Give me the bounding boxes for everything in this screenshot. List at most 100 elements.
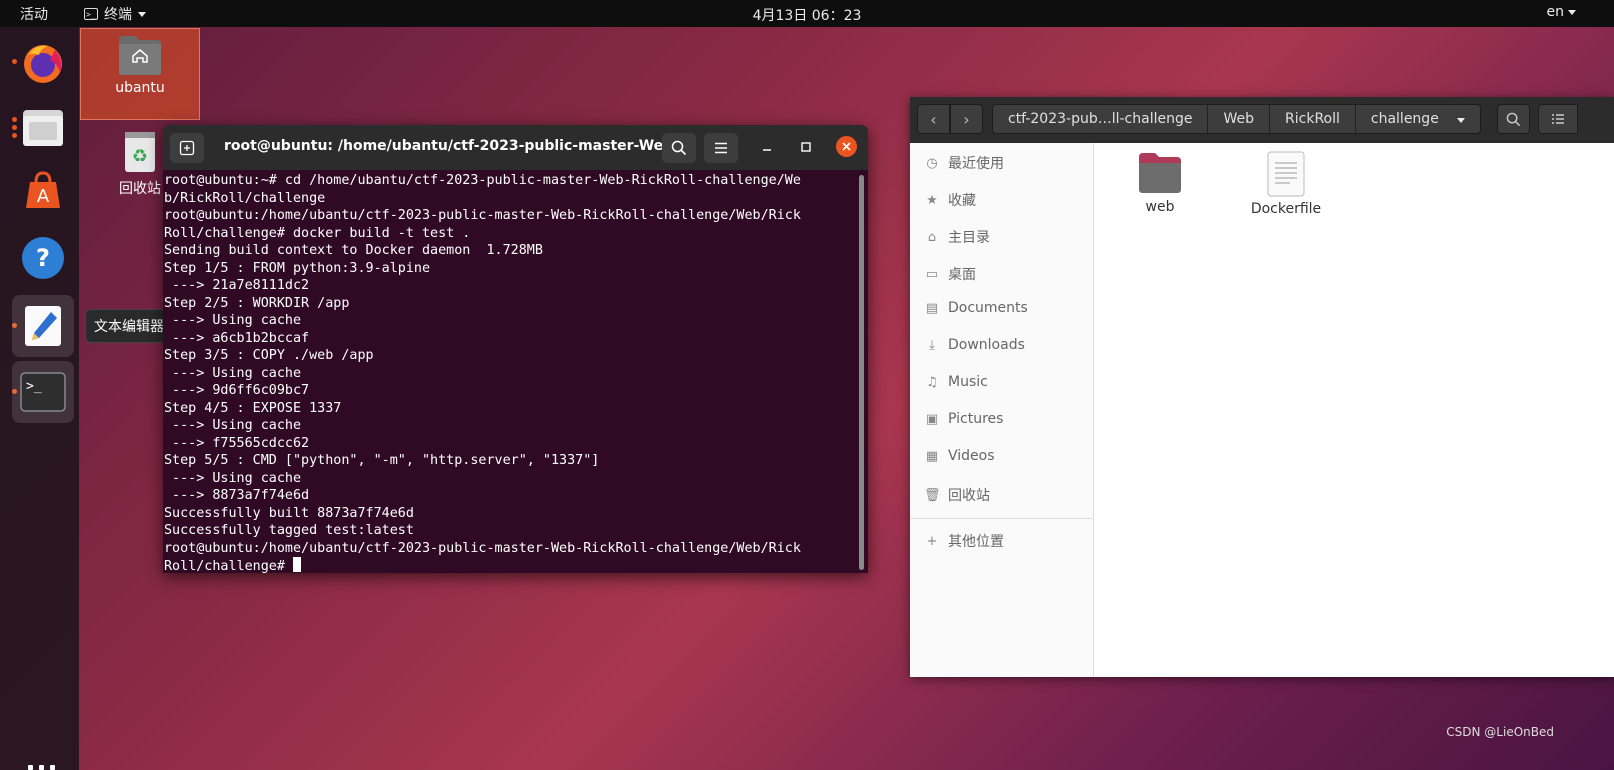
breadcrumb-current-label: challenge bbox=[1370, 111, 1439, 127]
clock[interactable]: 4月13日 06：23 bbox=[0, 5, 1614, 25]
terminal-line: Step 5/5 : CMD ["python", "-m", "http.se… bbox=[164, 453, 600, 468]
terminal-header-bar[interactable]: root@ubuntu: /home/ubantu/ctf-2023-publi… bbox=[163, 125, 868, 170]
breadcrumb-item[interactable]: Web bbox=[1208, 105, 1271, 133]
close-icon bbox=[842, 142, 851, 151]
terminal-line: ---> 21a7e8111dc2 bbox=[164, 278, 310, 293]
sidebar-item-label: Videos bbox=[948, 448, 995, 464]
sidebar-item-label: 最近使用 bbox=[948, 156, 1004, 172]
view-list-button[interactable] bbox=[1538, 104, 1578, 134]
dock-firefox[interactable] bbox=[12, 32, 74, 94]
video-icon: ▦ bbox=[925, 448, 939, 464]
sidebar-item-other-locations[interactable]: + 其他位置 bbox=[924, 531, 1004, 551]
chevron-down-icon[interactable] bbox=[1456, 118, 1465, 123]
sidebar-item-trash[interactable]: 🗑 回收站 bbox=[924, 485, 990, 505]
breadcrumb-item[interactable]: ctf-2023-pub…ll-challenge bbox=[993, 105, 1209, 133]
dock-software[interactable]: A bbox=[12, 160, 74, 222]
terminal-line: Step 4/5 : EXPOSE 1337 bbox=[164, 400, 342, 416]
menu-button[interactable] bbox=[704, 133, 738, 163]
file-item-folder[interactable]: web bbox=[1130, 151, 1190, 215]
document-icon: ▤ bbox=[925, 300, 939, 316]
sidebar-item-home[interactable]: ⌂ 主目录 bbox=[924, 227, 990, 247]
dock-tooltip: 文本编辑器 bbox=[85, 309, 173, 343]
terminal-title: root@ubuntu: /home/ubantu/ctf-2023-publi… bbox=[224, 138, 695, 154]
files-header-bar[interactable]: ‹ › ctf-2023-pub…ll-challenge Web RickRo… bbox=[910, 97, 1614, 143]
desktop-trash[interactable]: ♻ 回收站 bbox=[112, 130, 168, 198]
desktop-icon: ▭ bbox=[925, 266, 939, 282]
terminal-line: ---> f75565cdcc62 bbox=[164, 435, 310, 451]
terminal-prompt-line: Roll/challenge# bbox=[164, 557, 856, 573]
files-window[interactable]: ‹ › ctf-2023-pub…ll-challenge Web RickRo… bbox=[910, 97, 1614, 677]
new-tab-button[interactable] bbox=[170, 133, 204, 163]
picture-icon: ▣ bbox=[925, 411, 939, 427]
terminal-window[interactable]: root@ubuntu: /home/ubantu/ctf-2023-publi… bbox=[163, 125, 868, 573]
sidebar-item-recent[interactable]: ◷ 最近使用 bbox=[924, 153, 1004, 173]
sidebar-item-label: Music bbox=[948, 374, 988, 390]
sidebar-item-desktop[interactable]: ▭ 桌面 bbox=[924, 264, 976, 284]
clock-icon: ◷ bbox=[926, 155, 938, 171]
terminal-scrollbar[interactable] bbox=[859, 175, 864, 570]
terminal-line: root@ubuntu:/home/ubantu/ctf-2023-public… bbox=[164, 540, 801, 556]
minimize-icon bbox=[763, 149, 771, 151]
language-menu[interactable]: en bbox=[1546, 4, 1576, 20]
sidebar-item-videos[interactable]: ▦ Videos bbox=[924, 448, 995, 464]
terminal-line: ---> Using cache bbox=[164, 418, 302, 433]
language-label: en bbox=[1546, 4, 1565, 20]
watermark: CSDN @LieOnBed bbox=[1446, 725, 1554, 739]
sidebar-item-label: 桌面 bbox=[948, 267, 976, 283]
files-icon bbox=[23, 110, 63, 146]
svg-text:A: A bbox=[37, 186, 50, 207]
sidebar-item-documents[interactable]: ▤ Documents bbox=[924, 300, 1028, 316]
terminal-line: root@ubuntu:/home/ubantu/ctf-2023-public… bbox=[164, 208, 801, 223]
breadcrumb-item[interactable]: RickRoll bbox=[1270, 105, 1356, 133]
terminal-line: Step 2/5 : WORKDIR /app bbox=[164, 295, 350, 311]
close-button[interactable] bbox=[836, 136, 857, 157]
terminal-line: Sending build context to Docker daemon 1… bbox=[164, 243, 543, 258]
desktop-trash-label: 回收站 bbox=[119, 181, 161, 197]
dock-terminal[interactable]: >_ bbox=[12, 361, 74, 423]
star-icon: ★ bbox=[926, 192, 938, 208]
dock-files[interactable] bbox=[12, 97, 74, 159]
sidebar-item-label: 其他位置 bbox=[948, 534, 1004, 550]
terminal-icon: >_ bbox=[20, 372, 66, 412]
minimize-button[interactable] bbox=[757, 137, 777, 157]
sidebar-divider bbox=[910, 518, 1093, 519]
terminal-line: Step 3/5 : COPY ./web /app bbox=[164, 348, 374, 363]
sidebar-item-label: Pictures bbox=[948, 411, 1004, 427]
list-view-icon bbox=[1552, 114, 1564, 124]
maximize-button[interactable] bbox=[796, 137, 816, 157]
forward-button[interactable]: › bbox=[950, 104, 983, 134]
sidebar-item-label: 回收站 bbox=[948, 488, 990, 504]
folder-icon bbox=[1139, 153, 1181, 193]
home-folder-icon bbox=[119, 36, 161, 75]
files-sidebar: ◷ 最近使用 ★ 收藏 ⌂ 主目录 ▭ 桌面 ▤ Documents ⤓ Downloads… bbox=[910, 143, 1094, 677]
terminal-line: ---> Using cache bbox=[164, 470, 302, 486]
show-apps-icon[interactable] bbox=[28, 765, 55, 770]
breadcrumb-item-current[interactable]: challenge bbox=[1356, 105, 1480, 133]
search-button[interactable] bbox=[1497, 104, 1530, 134]
sidebar-item-label: 收藏 bbox=[948, 193, 976, 209]
sidebar-item-downloads[interactable]: ⤓ Downloads bbox=[924, 337, 1025, 353]
sidebar-item-label: 主目录 bbox=[948, 230, 990, 246]
terminal-cursor bbox=[293, 557, 301, 572]
chevron-left-icon: ‹ bbox=[930, 109, 937, 129]
terminal-output[interactable]: root@ubuntu:~# cd /home/ubantu/ctf-2023-… bbox=[164, 172, 856, 573]
svg-text:?: ? bbox=[36, 244, 50, 272]
sidebar-item-pictures[interactable]: ▣ Pictures bbox=[924, 411, 1004, 427]
sidebar-item-label: Documents bbox=[948, 300, 1028, 316]
svg-text:>_: >_ bbox=[26, 379, 42, 394]
svg-text:♻: ♻ bbox=[132, 146, 148, 167]
hamburger-icon bbox=[715, 142, 727, 154]
top-bar: 活动 >_ 终端 4月13日 06：23 en bbox=[0, 0, 1614, 27]
text-editor-icon bbox=[25, 306, 61, 346]
desktop-home-folder[interactable]: ubantu bbox=[100, 34, 180, 96]
software-icon: A bbox=[26, 171, 60, 208]
back-button[interactable]: ‹ bbox=[917, 104, 950, 134]
dock-text-editor[interactable] bbox=[12, 295, 74, 357]
sidebar-item-music[interactable]: ♫ Music bbox=[924, 374, 988, 390]
chevron-down-icon bbox=[1568, 9, 1576, 15]
file-item-file[interactable]: Dockerfile bbox=[1246, 151, 1326, 217]
file-item-label: web bbox=[1145, 199, 1175, 215]
sidebar-item-starred[interactable]: ★ 收藏 bbox=[924, 190, 976, 210]
dock-help[interactable]: ? bbox=[12, 227, 74, 289]
search-button[interactable] bbox=[662, 133, 696, 163]
